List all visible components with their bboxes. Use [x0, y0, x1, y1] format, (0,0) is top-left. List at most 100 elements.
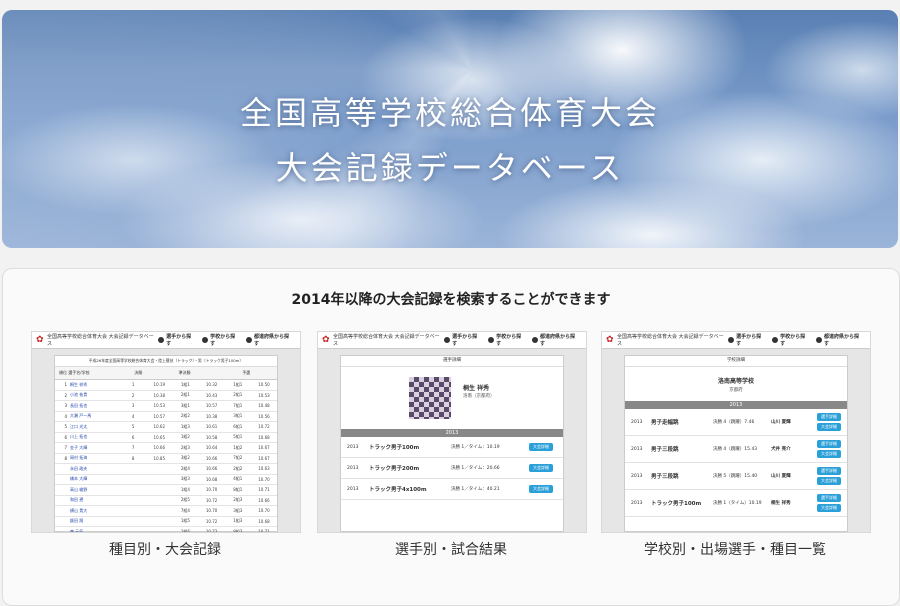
- card-caption-athlete[interactable]: 選手別・試合結果: [317, 539, 585, 559]
- table-cell: 10.61: [205, 424, 218, 430]
- result-event: 男子三段跳: [651, 447, 679, 453]
- athlete-detail-button[interactable]: 選手詳細: [817, 413, 841, 421]
- table-cell: 3組2: [180, 455, 190, 461]
- mini-nav-item: 選手から探す: [728, 333, 766, 347]
- result-year: 2013: [631, 500, 643, 506]
- table-cell[interactable]: 金子 大輝: [70, 445, 120, 451]
- athlete-results-list: 2013 トラック男子100m 決勝 1／タイム：10.19 大会詳細 2013 トラック…: [341, 437, 563, 500]
- result-year: 2013: [631, 473, 643, 479]
- athlete-detail-button[interactable]: 選手詳細: [817, 440, 841, 448]
- table-cell[interactable]: 飯田 翔: [70, 518, 120, 524]
- school-icon: [772, 337, 779, 343]
- sheet-title: 平成26年度全国高等学校総合体育大会・陸上競技（トラック）・男（トラック男子10…: [55, 356, 277, 367]
- table-cell[interactable]: 橋本 大輝: [70, 476, 120, 482]
- table-cell[interactable]: 桐生 祥秀: [70, 382, 120, 388]
- card-caption-school[interactable]: 学校別・出場選手・種目一覧: [601, 539, 869, 559]
- table-cell: 10.43: [205, 392, 218, 398]
- table-row: 飯田 翔 1組5 10.72 1組3 10.68: [55, 517, 277, 527]
- athlete-detail-button[interactable]: 選手詳細: [817, 467, 841, 475]
- table-cell: 2組5: [180, 497, 190, 503]
- table-row: 横山 貴大 7組4 10.70 3組3 10.70: [55, 506, 277, 517]
- result-round: 決勝 1（タイム）10.19: [713, 501, 762, 506]
- table-cell[interactable]: 岡村 拓海: [70, 455, 120, 461]
- meet-detail-button[interactable]: 大会詳細: [817, 504, 841, 512]
- mini-nav-item: 学校から探す: [202, 333, 240, 347]
- card-athlete-results[interactable]: ✿ 全国高等学校総合体育大会 大会記録データベース 選手から探す 学校から探す …: [317, 331, 587, 533]
- table-cell: 10.71: [258, 529, 270, 533]
- mini-body: 平成26年度全国高等学校総合体育大会・陸上競技（トラック）・男（トラック男子10…: [32, 349, 300, 532]
- school-name: 洛南高等学校: [717, 378, 754, 385]
- result-athlete[interactable]: 山川 夏輝: [771, 419, 811, 425]
- athlete-detail-button[interactable]: 選手詳細: [817, 494, 841, 502]
- detail-button[interactable]: 大会詳細: [529, 464, 553, 472]
- records-table: 1 桐生 祥秀 1 10.19 1組1 10.32 1組1 10.50 2 小池 祐貴 2 10.38…: [55, 380, 277, 533]
- detail-button[interactable]: 大会詳細: [529, 443, 553, 451]
- table-cell: 1組2: [180, 434, 190, 440]
- table-cell: 5: [131, 424, 135, 430]
- card-caption-event[interactable]: 種目別・大会記録: [31, 539, 299, 559]
- result-round: 決勝 1／タイム：10.19: [451, 445, 500, 450]
- table-cell: 6: [64, 434, 67, 440]
- result-event: トラック男子200m: [369, 466, 420, 472]
- table-cell: 10.70: [205, 487, 218, 493]
- meet-detail-button[interactable]: 大会詳細: [817, 477, 841, 485]
- table-row: 2 小池 祐貴 2 10.38 2組1 10.43 2組1 10.53: [55, 391, 277, 401]
- table-cell: 1: [131, 382, 135, 388]
- meet-detail-button[interactable]: 大会詳細: [817, 423, 841, 431]
- table-cell[interactable]: 大瀬 戸一馬: [70, 413, 120, 419]
- result-year: 2013: [631, 419, 643, 425]
- table-cell: 10.71: [258, 487, 270, 493]
- card-school-entries[interactable]: ✿ 全国高等学校総合体育大会 大会記録データベース 選手から探す 学校から探す …: [601, 331, 871, 533]
- result-round: 決勝 4（跳躍）7.46: [713, 420, 755, 425]
- table-cell: 10.48: [258, 403, 270, 409]
- table-cell: 10.72: [205, 497, 218, 503]
- result-athlete[interactable]: 山川 夏輝: [771, 473, 811, 479]
- table-cell[interactable]: 和田 遼: [70, 497, 120, 503]
- table-cell: 3組1: [233, 413, 243, 419]
- table-cell: 2: [131, 392, 135, 398]
- table-cell[interactable]: 高山 峻野: [70, 487, 120, 493]
- result-athlete[interactable]: 桐生 祥秀: [771, 500, 811, 506]
- table-cell: 8組3: [233, 528, 243, 533]
- table-cell[interactable]: 川上 拓也: [70, 434, 120, 440]
- table-cell: 10.58: [205, 434, 218, 440]
- table-cell[interactable]: 永田 政夫: [70, 466, 120, 472]
- table-cell: 2組1: [180, 392, 190, 398]
- table-cell: 10.70: [258, 476, 270, 482]
- card-event-records[interactable]: ✿ 全国高等学校総合体育大会 大会記録データベース 選手から探す 学校から探す …: [31, 331, 301, 533]
- table-cell: 1組2: [233, 444, 243, 450]
- table-cell[interactable]: 長田 拓也: [70, 403, 120, 409]
- table-cell: 5組1: [233, 434, 243, 440]
- button-group: 選手詳細 大会詳細: [817, 467, 841, 485]
- table-cell: 1組1: [233, 381, 243, 387]
- table-cell: 10.66: [258, 497, 270, 503]
- result-event: 男子三段跳: [651, 474, 679, 480]
- mini-nav-item: 都道府県から探す: [246, 333, 294, 347]
- table-cell: 3組3: [233, 507, 243, 513]
- table-cell[interactable]: 横山 貴大: [70, 508, 120, 514]
- mini-body: 学校詳細 洛南高等学校 京都府 2013 2013 男子走幅跳 決勝 4（跳躍）7.…: [602, 349, 870, 532]
- table-cell: 7組4: [180, 507, 190, 513]
- table-cell[interactable]: 森 元気: [70, 529, 120, 532]
- school-icon: [202, 337, 209, 343]
- table-row: 高山 峻野 1組4 10.70 8組1 10.71: [55, 485, 277, 496]
- meet-detail-button[interactable]: 大会詳細: [817, 450, 841, 458]
- table-cell: 1組5: [180, 518, 190, 524]
- pref-icon: [532, 337, 539, 343]
- result-year: 2013: [631, 446, 643, 452]
- table-row: 1 桐生 祥秀 1 10.19 1組1 10.32 1組1 10.50: [55, 380, 277, 391]
- detail-button[interactable]: 大会詳細: [529, 485, 553, 493]
- table-cell: 1組1: [180, 381, 190, 387]
- result-event: トラック男子100m: [369, 445, 420, 451]
- result-athlete[interactable]: 犬井 亮介: [771, 446, 811, 452]
- table-cell: 2組2: [233, 465, 243, 471]
- mini-nav: 選手から探す 学校から探す 都道府県から探す: [158, 333, 294, 347]
- table-cell: 10.70: [205, 508, 218, 514]
- list-item: 2013 トラック男子200m 決勝 1／タイム：20.66 大会詳細: [341, 458, 563, 479]
- list-item: 2013 トラック男子100m 決勝 1／タイム：10.19 大会詳細: [341, 437, 563, 458]
- button-group: 選手詳細 大会詳細: [817, 413, 841, 431]
- result-round: 決勝 5（跳躍）15.40: [713, 474, 758, 479]
- table-cell[interactable]: 江口 光太: [70, 424, 120, 430]
- table-cell[interactable]: 小池 祐貴: [70, 392, 120, 398]
- table-row: 7 金子 大輝 7 10.66 2組3 10.64 1組2 10.67: [55, 443, 277, 454]
